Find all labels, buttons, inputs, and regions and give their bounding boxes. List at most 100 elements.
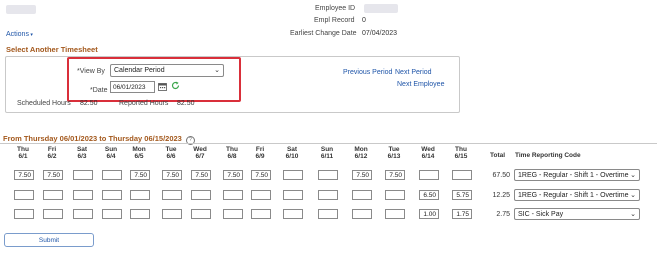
hours-cell[interactable]: 7.50 (385, 170, 405, 180)
day-header-date: 6/1 (18, 153, 28, 160)
day-header-dow: Sat (286, 146, 298, 153)
hours-cell[interactable]: 7.50 (162, 170, 182, 180)
view-by-label: *View By (77, 68, 105, 75)
row-total: 2.75 (496, 211, 510, 218)
hours-cell[interactable] (191, 209, 211, 219)
day-header-date: 6/8 (227, 153, 237, 160)
day-header-date: 6/14 (421, 153, 435, 160)
trc-select[interactable]: SIC - Sick Pay ⌄ (514, 208, 640, 220)
day-header-dow: Thu (455, 146, 467, 153)
earliest-change-label: Earliest Change Date (290, 30, 357, 37)
hours-cell[interactable] (251, 190, 271, 200)
day-header: Sat 6/3 (72, 146, 92, 160)
refresh-icon[interactable] (171, 81, 180, 90)
hours-cell[interactable] (251, 209, 271, 219)
chevron-down-icon: ⌄ (630, 172, 636, 179)
chevron-down-icon: ⌄ (630, 192, 636, 199)
view-by-select[interactable]: Calendar Period ⌄ (110, 64, 224, 77)
trc-value: 1REG - Regular - Shift 1 - Overtime (518, 191, 629, 199)
date-input[interactable]: 06/01/2023 (110, 81, 155, 93)
hours-cell[interactable]: 7.50 (191, 170, 211, 180)
hours-cell[interactable]: 5.75 (452, 190, 472, 200)
hours-cell[interactable] (102, 209, 122, 219)
day-header-date: 6/6 (166, 153, 176, 160)
calendar-icon[interactable] (158, 82, 167, 91)
hours-cell[interactable]: 7.50 (130, 170, 150, 180)
day-header-dow: Fri (255, 146, 265, 153)
hours-cell[interactable] (102, 170, 122, 180)
hours-cell[interactable] (73, 209, 93, 219)
hours-cell[interactable] (14, 190, 34, 200)
day-header-dow: Mon (354, 146, 368, 153)
period-range-text: From Thursday 06/01/2023 to Thursday 06/… (3, 134, 182, 143)
next-employee-link[interactable]: Next Employee (397, 81, 444, 88)
hours-cell[interactable] (43, 190, 63, 200)
day-header: Tue 6/13 (384, 146, 404, 160)
hours-cell[interactable]: 7.50 (251, 170, 271, 180)
day-header-date: 6/13 (387, 153, 401, 160)
hours-cell[interactable] (191, 190, 211, 200)
hours-cell[interactable] (73, 190, 93, 200)
day-header-date: 6/4 (106, 153, 116, 160)
chevron-down-icon: ⌄ (630, 211, 636, 218)
view-by-value: Calendar Period (114, 67, 165, 74)
day-header-date: 6/15 (454, 153, 468, 160)
day-header-dow: Sat (76, 146, 88, 153)
trc-value: SIC - Sick Pay (518, 210, 564, 218)
hours-cell[interactable] (130, 209, 150, 219)
hours-cell[interactable] (318, 190, 338, 200)
hours-cell[interactable] (223, 209, 243, 219)
trc-select[interactable]: 1REG - Regular - Shift 1 - Overtime ⌄ (514, 169, 640, 181)
hours-cell[interactable]: 7.50 (43, 170, 63, 180)
hours-cell[interactable] (102, 190, 122, 200)
hours-cell[interactable]: 6.50 (419, 190, 439, 200)
hours-cell[interactable]: 7.50 (352, 170, 372, 180)
grid-top-border (0, 143, 657, 144)
hours-cell[interactable]: 7.50 (14, 170, 34, 180)
day-header-dow: Tue (165, 146, 177, 153)
day-header-date: 6/3 (77, 153, 87, 160)
hours-cell[interactable] (283, 209, 303, 219)
actions-label[interactable]: Actions (6, 31, 29, 38)
submit-button[interactable]: Submit (4, 233, 94, 247)
day-header-date: 6/7 (195, 153, 205, 160)
day-header: Sun 6/11 (317, 146, 337, 160)
day-header: Wed 6/7 (190, 146, 210, 160)
hours-cell[interactable] (385, 209, 405, 219)
scheduled-hours-label: Scheduled Hours (17, 100, 71, 107)
hours-cell[interactable]: 1.75 (452, 209, 472, 219)
hours-cell[interactable] (318, 209, 338, 219)
day-header: Mon 6/12 (351, 146, 371, 160)
previous-period-link[interactable]: Previous Period (343, 69, 392, 76)
hours-cell[interactable]: 7.50 (223, 170, 243, 180)
hours-cell[interactable] (162, 190, 182, 200)
hours-cell[interactable] (162, 209, 182, 219)
hours-cell[interactable] (283, 190, 303, 200)
row-total: 67.50 (492, 172, 510, 179)
hours-cell[interactable] (352, 190, 372, 200)
hours-cell[interactable] (43, 209, 63, 219)
section-title: Select Another Timesheet (6, 45, 98, 54)
day-header-dow: Sun (320, 146, 334, 153)
hours-cell[interactable] (223, 190, 243, 200)
actions-menu[interactable]: Actions ▾ (6, 31, 33, 38)
empl-record-value: 0 (362, 17, 366, 24)
hours-cell[interactable] (385, 190, 405, 200)
earliest-change-value: 07/04/2023 (362, 30, 398, 37)
employee-id-label: Employee ID (315, 5, 356, 12)
chevron-down-icon: ⌄ (214, 67, 220, 74)
hours-cell[interactable] (14, 209, 34, 219)
row-total: 12.25 (492, 192, 510, 199)
hours-cell[interactable] (452, 170, 472, 180)
hours-cell[interactable] (419, 170, 439, 180)
hours-cell[interactable] (283, 170, 303, 180)
trc-select[interactable]: 1REG - Regular - Shift 1 - Overtime ⌄ (514, 189, 640, 201)
hours-cell[interactable] (352, 209, 372, 219)
next-period-link[interactable]: Next Period (395, 69, 432, 76)
day-header: Thu 6/8 (222, 146, 242, 160)
hours-cell[interactable]: 1.00 (419, 209, 439, 219)
hours-cell[interactable] (130, 190, 150, 200)
hours-cell[interactable] (73, 170, 93, 180)
day-header-dow: Thu (17, 146, 29, 153)
hours-cell[interactable] (318, 170, 338, 180)
